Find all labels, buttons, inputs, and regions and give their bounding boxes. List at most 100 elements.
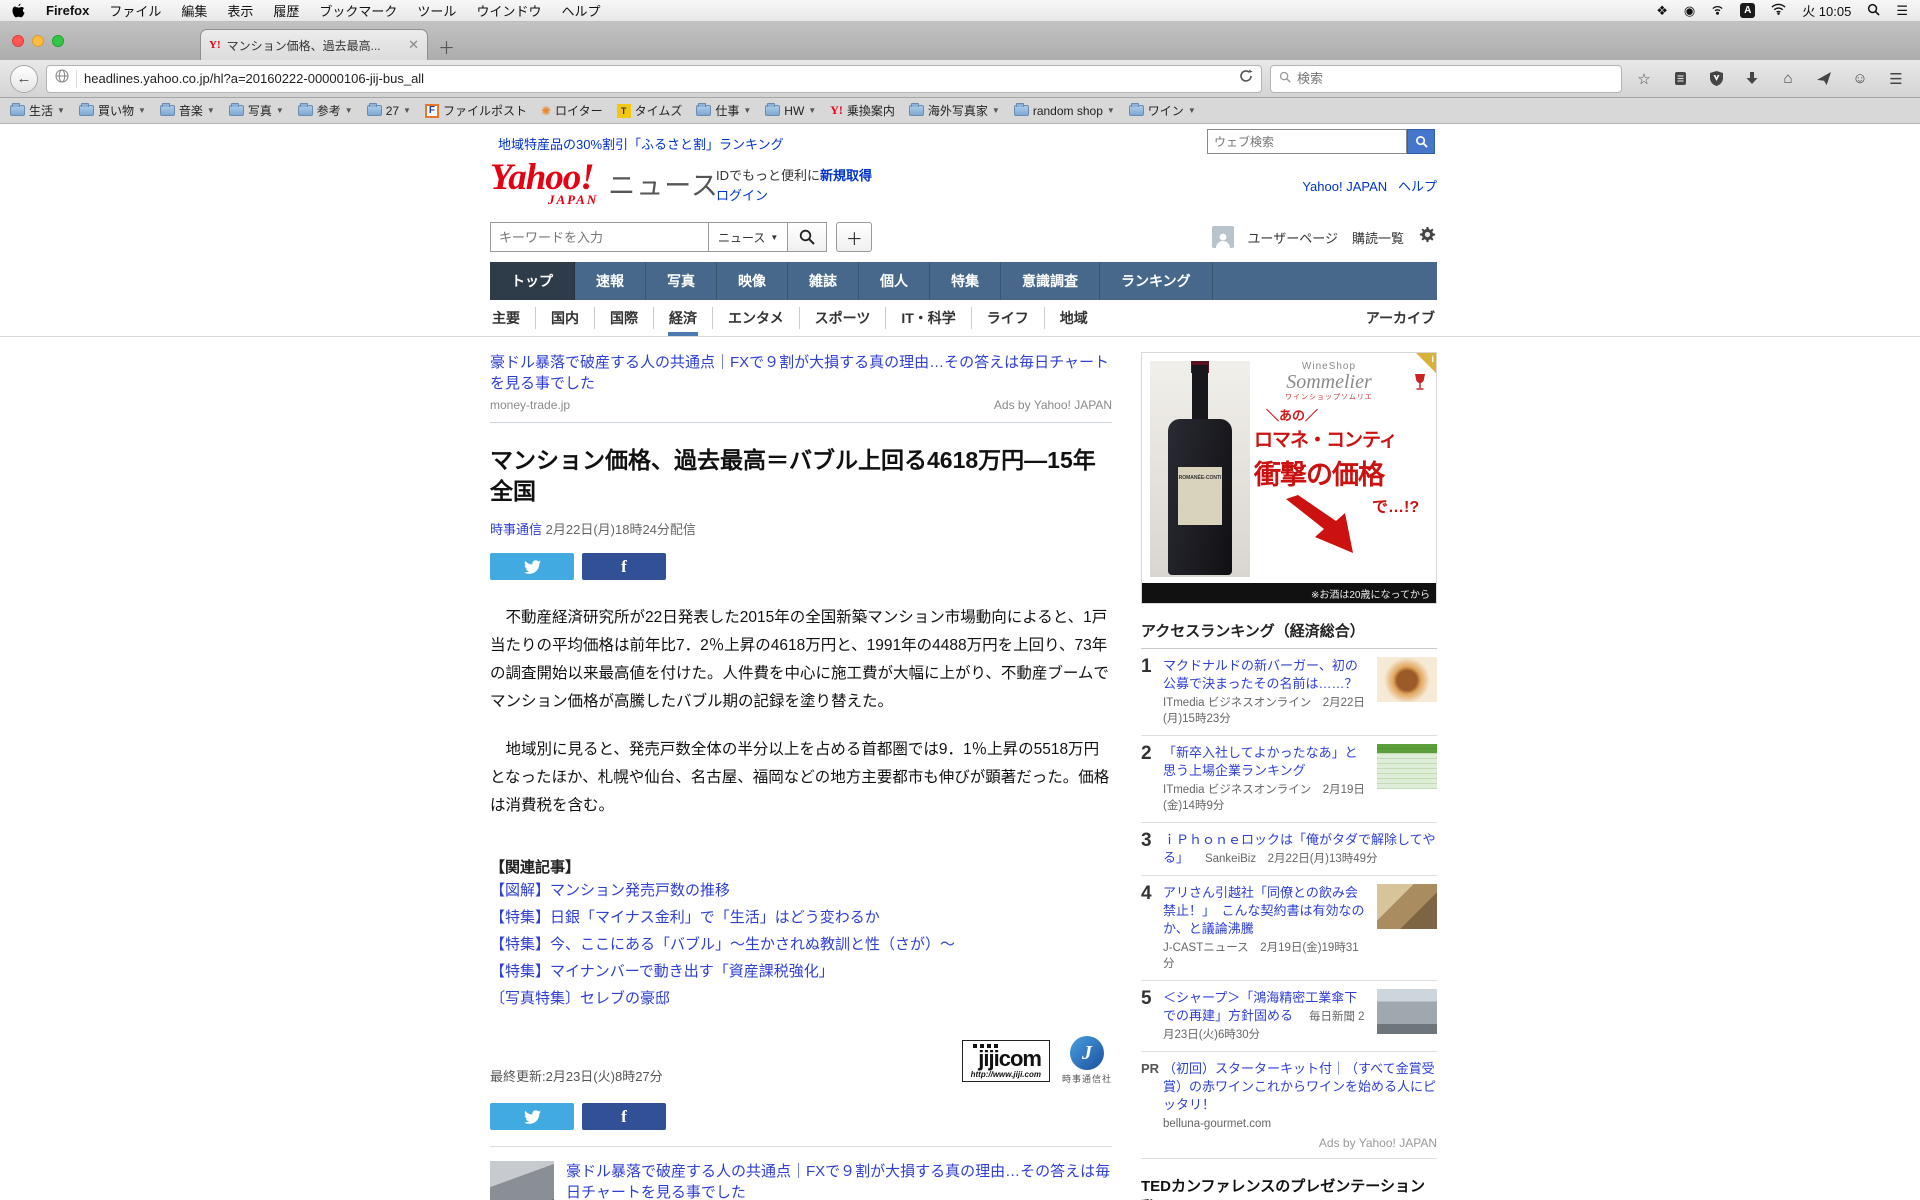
creative-cloud-icon[interactable]: ◉: [1684, 3, 1695, 19]
browser-tab[interactable]: Y! マンション価格、過去最高... ✕: [200, 29, 428, 60]
airdrop-icon[interactable]: [1711, 3, 1724, 19]
subnav-chiiki[interactable]: 地域: [1045, 307, 1103, 329]
search-scope-dropdown[interactable]: ニュース▼: [708, 222, 787, 252]
facebook-share-button[interactable]: f: [582, 1103, 666, 1130]
ranking-link[interactable]: マクドナルドの新バーガー、初の公募で決まったその名前は……？: [1163, 658, 1358, 691]
ranking-link[interactable]: アリさん引越社「同僚との飲み会禁止！」 こんな契約書は有効なのか、と議論沸騰: [1163, 885, 1365, 936]
hamburger-menu-icon[interactable]: ☰: [1882, 70, 1910, 88]
reload-icon[interactable]: [1239, 69, 1253, 88]
pr-ad-link[interactable]: （初回）スターターキット付｜（すべて金賞受賞）の赤ワインこれからワインを始める人…: [1163, 1061, 1436, 1112]
bookmark-folder-hw[interactable]: HW▼: [765, 104, 816, 118]
related-link[interactable]: 【特集】今、ここにある「バブル」～生かされぬ教訓と性（さが）～: [490, 931, 1112, 958]
wine-ad-banner[interactable]: i ROMANÉE-CONTI WineShop Sommelier ワインショ…: [1141, 352, 1437, 604]
spotlight-icon[interactable]: [1867, 3, 1880, 19]
send-icon[interactable]: [1810, 72, 1838, 86]
bookmark-folder-kaigai[interactable]: 海外写真家▼: [909, 102, 1000, 119]
ad-thumbnail[interactable]: [490, 1161, 554, 1200]
twitter-share-button[interactable]: [490, 1103, 574, 1130]
bookmark-star-icon[interactable]: ☆: [1630, 70, 1658, 88]
menu-view[interactable]: 表示: [227, 1, 253, 20]
window-minimize-button[interactable]: [32, 35, 44, 47]
tab-zasshi[interactable]: 雑誌: [788, 262, 859, 300]
ads-by-label[interactable]: Ads by Yahoo! JAPAN: [994, 398, 1112, 412]
signup-link[interactable]: 新規取得: [820, 168, 872, 183]
home-icon[interactable]: ⌂: [1774, 70, 1802, 87]
article-source-link[interactable]: 時事通信: [490, 522, 542, 537]
ads-by-label[interactable]: Ads by Yahoo! JAPAN: [1141, 1136, 1437, 1150]
dropbox-icon[interactable]: ❖: [1656, 3, 1668, 19]
settings-gear-icon[interactable]: [1418, 226, 1437, 248]
bookmark-transit[interactable]: Y!乗換案内: [830, 102, 895, 119]
boxes-thumbnail[interactable]: [1377, 884, 1437, 929]
url-bar[interactable]: headlines.yahoo.co.jp/hl?a=20160222-0000…: [46, 65, 1262, 93]
userpage-link[interactable]: ユーザーページ: [1248, 228, 1338, 247]
login-link[interactable]: ログイン: [716, 188, 768, 203]
related-link[interactable]: 【特集】マイナンバーで動き出す「資産課税強化」: [490, 958, 1112, 985]
bookmark-folder-ongaku[interactable]: 音楽▼: [160, 102, 215, 119]
bookmark-folder-seikatsu[interactable]: 生活▼: [10, 102, 65, 119]
bookmark-folder-shigoto[interactable]: 仕事▼: [696, 102, 751, 119]
ranking-link[interactable]: 「新卒入社してよかったなあ」と思う上場企業ランキング: [1163, 745, 1358, 778]
subnav-keizai[interactable]: 経済: [654, 307, 713, 329]
menu-history[interactable]: 履歴: [273, 1, 299, 20]
bookmark-folder-shashin[interactable]: 写真▼: [229, 102, 284, 119]
tab-close-icon[interactable]: ✕: [408, 37, 419, 53]
promo-link[interactable]: 地域特産品の30%割引「ふるさと割」ランキング: [498, 134, 784, 153]
bookmark-folder-randomshop[interactable]: random shop▼: [1014, 104, 1115, 118]
subnav-kokunai[interactable]: 国内: [536, 307, 595, 329]
browser-search-field[interactable]: [1270, 65, 1622, 93]
tab-ishikichousa[interactable]: 意識調査: [1001, 262, 1100, 300]
web-search-input[interactable]: [1207, 129, 1407, 154]
subnav-kokusai[interactable]: 国際: [595, 307, 654, 329]
related-link[interactable]: 〔写真特集〕セレブの豪邸: [490, 985, 1112, 1012]
tab-eizou[interactable]: 映像: [717, 262, 788, 300]
subnav-sports[interactable]: スポーツ: [800, 307, 887, 329]
wifi-icon[interactable]: [1771, 3, 1786, 18]
news-search-button[interactable]: [787, 222, 827, 252]
input-source-icon[interactable]: A: [1740, 3, 1755, 18]
menu-help[interactable]: ヘルプ: [561, 1, 600, 20]
tab-kojin[interactable]: 個人: [859, 262, 930, 300]
bottom-ad-link[interactable]: 豪ドル暴落で破産する人の共通点｜FXで９割が大損する真の理由…その答えは毎日チャ…: [566, 1161, 1112, 1200]
subnav-life[interactable]: ライフ: [972, 307, 1045, 329]
help-link[interactable]: ヘルプ: [1398, 179, 1437, 194]
adblock-shield-icon[interactable]: [1702, 71, 1730, 86]
ranking-table-thumbnail[interactable]: [1377, 744, 1437, 789]
smiley-extension-icon[interactable]: ☺: [1846, 70, 1874, 87]
tab-ranking[interactable]: ランキング: [1100, 262, 1213, 300]
menu-firefox[interactable]: Firefox: [46, 3, 89, 18]
bookmark-times[interactable]: Tタイムズ: [617, 102, 683, 119]
notification-center-icon[interactable]: ☰: [1896, 3, 1908, 19]
related-link[interactable]: 【図解】マンション発売戸数の推移: [490, 877, 1112, 904]
facebook-share-button[interactable]: f: [582, 553, 666, 580]
archive-link[interactable]: アーカイブ: [1366, 308, 1437, 328]
new-tab-button[interactable]: ＋: [438, 34, 455, 59]
downloads-icon[interactable]: [1738, 72, 1766, 86]
menubar-clock[interactable]: 火 10:05: [1802, 1, 1851, 20]
bookmark-folder-wine[interactable]: ワイン▼: [1129, 102, 1196, 119]
subscriptions-link[interactable]: 購読一覧: [1352, 228, 1404, 247]
bookmark-filepost[interactable]: Fファイルポスト: [425, 102, 527, 119]
window-close-button[interactable]: [12, 35, 24, 47]
subnav-entame[interactable]: エンタメ: [713, 307, 800, 329]
subnav-shuyou[interactable]: 主要: [490, 307, 536, 329]
top-ad-link[interactable]: 豪ドル暴落で破産する人の共通点｜FXで９割が大損する真の理由…その答えは毎日チャ…: [490, 352, 1112, 394]
jijicom-logo[interactable]: jijicom http://www.jiji.com: [962, 1040, 1050, 1082]
burger-thumbnail[interactable]: [1377, 657, 1437, 702]
subnav-it-kagaku[interactable]: IT・科学: [886, 307, 971, 329]
menu-window[interactable]: ウインドウ: [476, 1, 541, 20]
tab-tokushuu[interactable]: 特集: [930, 262, 1001, 300]
back-button[interactable]: ←: [10, 65, 38, 93]
tab-sokuhou[interactable]: 速報: [575, 262, 646, 300]
yahoo-japan-link[interactable]: Yahoo! JAPAN: [1302, 179, 1387, 194]
menu-edit[interactable]: 編集: [181, 1, 207, 20]
window-zoom-button[interactable]: [52, 35, 64, 47]
bookmark-folder-27[interactable]: 27▼: [367, 104, 411, 118]
clipboard-icon[interactable]: [1666, 71, 1694, 86]
browser-search-input[interactable]: [1297, 71, 1613, 86]
bookmark-reuters[interactable]: ✺ロイター: [541, 102, 603, 119]
tab-top[interactable]: トップ: [490, 262, 575, 300]
bookmark-folder-kaimono[interactable]: 買い物▼: [79, 102, 146, 119]
building-thumbnail[interactable]: [1377, 989, 1437, 1034]
apple-menu-icon[interactable]: [12, 3, 26, 18]
